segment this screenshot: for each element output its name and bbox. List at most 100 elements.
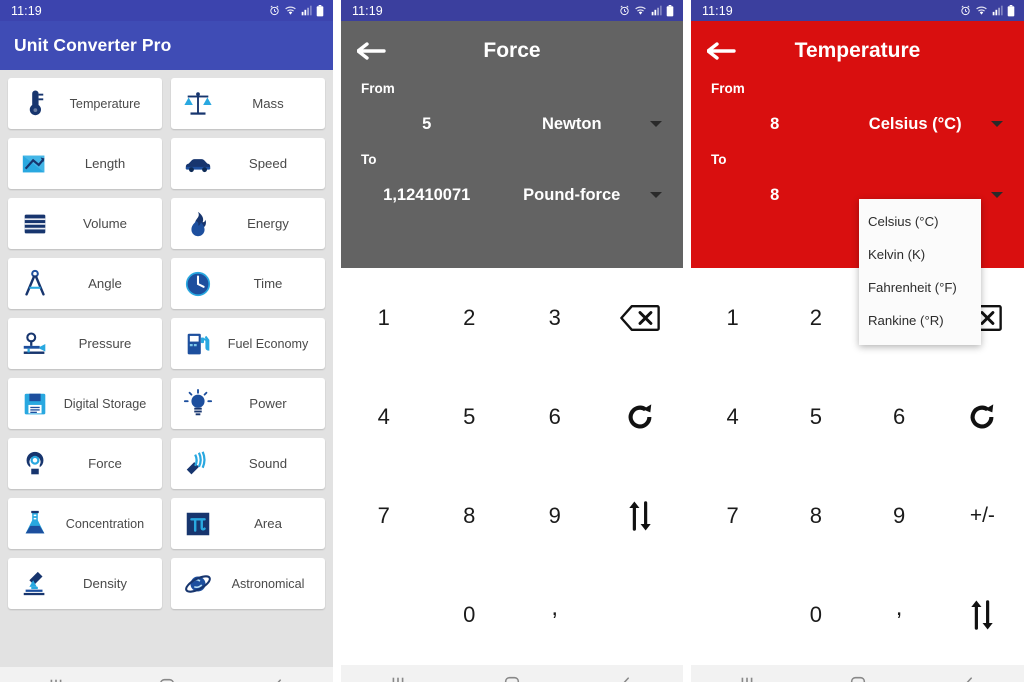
to-unit[interactable]: Pound-force	[499, 186, 645, 205]
key-6[interactable]: 6	[858, 367, 941, 466]
status-bar-icons	[269, 4, 324, 17]
category-label: Pressure	[78, 336, 132, 351]
signal-icon	[992, 5, 1003, 16]
app-bar: Unit Converter Pro	[0, 21, 333, 70]
key-label: 2	[809, 304, 822, 330]
backspace-key[interactable]	[598, 268, 684, 367]
microscope-icon	[18, 567, 52, 601]
reset-key[interactable]	[598, 367, 684, 466]
nav-recents-button[interactable]	[26, 667, 86, 682]
category-item-length[interactable]: Length	[8, 138, 162, 189]
key-label: 7	[377, 503, 390, 529]
category-item-astronomical[interactable]: Astronomical	[171, 558, 325, 609]
key-9[interactable]: 9	[512, 467, 598, 566]
alarm-icon	[619, 5, 630, 16]
nav-back-button[interactable]	[939, 665, 999, 682]
backspace-icon	[620, 304, 661, 331]
android-nav-bar	[341, 665, 683, 682]
key-2[interactable]: 2	[774, 268, 857, 367]
swap-key[interactable]	[941, 566, 1024, 665]
lightbulb-icon	[181, 387, 215, 421]
category-item-concentration[interactable]: Concentration	[8, 498, 162, 549]
key-4[interactable]: 4	[341, 367, 427, 466]
from-unit-chevron-down-icon[interactable]	[986, 121, 1008, 127]
key-5[interactable]: 5	[427, 367, 513, 466]
from-label: From	[361, 81, 395, 96]
nav-home-button[interactable]	[828, 665, 888, 682]
key-8[interactable]: 8	[427, 467, 513, 566]
sign-toggle-key[interactable]: +/-	[941, 467, 1024, 566]
category-item-volume[interactable]: Volume	[8, 198, 162, 249]
unit-dropdown-menu[interactable]: Celsius (°C) Kelvin (K) Fahrenheit (°F) Ran…	[859, 199, 981, 345]
key-2[interactable]: 2	[427, 268, 513, 367]
to-value[interactable]: 1,12410071	[355, 186, 499, 205]
key-0[interactable]: 0	[774, 566, 857, 665]
key-5[interactable]: 5	[774, 367, 857, 466]
from-value[interactable]: 5	[355, 115, 499, 134]
status-bar-icons	[619, 4, 674, 17]
category-item-density[interactable]: Density	[8, 558, 162, 609]
key-decimal[interactable]: ,	[858, 566, 941, 665]
from-label: From	[711, 81, 745, 96]
dropdown-option[interactable]: Rankine (°R)	[859, 304, 981, 337]
category-item-speed[interactable]: Speed	[171, 138, 325, 189]
swap-key[interactable]	[598, 467, 684, 566]
key-9[interactable]: 9	[858, 467, 941, 566]
category-item-digital-storage[interactable]: Digital Storage	[8, 378, 162, 429]
nav-home-button[interactable]	[137, 667, 197, 682]
category-item-time[interactable]: Time	[171, 258, 325, 309]
category-item-power[interactable]: Power	[171, 378, 325, 429]
key-0[interactable]: 0	[427, 566, 513, 665]
android-nav-bar	[691, 665, 1024, 682]
nav-home-button[interactable]	[482, 665, 542, 682]
category-item-energy[interactable]: Energy	[171, 198, 325, 249]
panel-divider-1	[333, 0, 341, 682]
dropdown-option[interactable]: Kelvin (K)	[859, 238, 981, 271]
category-item-area[interactable]: Area	[171, 498, 325, 549]
category-item-pressure[interactable]: Pressure	[8, 318, 162, 369]
key-6[interactable]: 6	[512, 367, 598, 466]
category-item-fuel-economy[interactable]: Fuel Economy	[171, 318, 325, 369]
key-3[interactable]: 3	[512, 268, 598, 367]
from-value[interactable]: 8	[705, 115, 844, 134]
key-8[interactable]: 8	[774, 467, 857, 566]
nav-back-button[interactable]	[248, 667, 308, 682]
nav-recents-button[interactable]	[368, 665, 428, 682]
to-unit-chevron-down-icon[interactable]	[645, 192, 667, 198]
category-item-mass[interactable]: Mass	[171, 78, 325, 129]
balance-scale-icon	[181, 87, 215, 121]
pressure-gauge-icon	[18, 327, 52, 361]
key-label: ,	[551, 594, 559, 622]
status-bar-clock: 11:19	[11, 3, 42, 18]
key-label: 0	[809, 602, 822, 628]
category-item-sound[interactable]: Sound	[171, 438, 325, 489]
dropdown-option[interactable]: Fahrenheit (°F)	[859, 271, 981, 304]
key-4[interactable]: 4	[691, 367, 774, 466]
key-1[interactable]: 1	[691, 268, 774, 367]
from-unit-chevron-down-icon[interactable]	[645, 121, 667, 127]
key-7[interactable]: 7	[691, 467, 774, 566]
from-unit[interactable]: Newton	[499, 115, 645, 134]
from-unit[interactable]: Celsius (°C)	[844, 115, 986, 134]
category-label: Temperature	[69, 96, 141, 111]
category-item-angle[interactable]: Angle	[8, 258, 162, 309]
wifi-icon	[284, 5, 297, 16]
category-item-force[interactable]: Force	[8, 438, 162, 489]
planet-icon	[181, 567, 215, 601]
category-list-scroll[interactable]: Temperature Mass Length Speed Volume Energy An…	[0, 70, 333, 667]
reset-key[interactable]	[941, 367, 1024, 466]
key-decimal[interactable]: ,	[512, 566, 598, 665]
key-7[interactable]: 7	[341, 467, 427, 566]
dropdown-option[interactable]: Celsius (°C)	[859, 205, 981, 238]
category-label: Digital Storage	[63, 396, 147, 411]
nav-back-button[interactable]	[596, 665, 656, 682]
refresh-icon	[628, 404, 652, 429]
to-unit-chevron-down-icon[interactable]	[986, 192, 1008, 198]
nav-recents-button[interactable]	[717, 665, 777, 682]
to-value[interactable]: 8	[705, 186, 844, 205]
key-blank-2	[598, 566, 684, 665]
key-label: 1	[377, 304, 390, 330]
category-item-temperature[interactable]: Temperature	[8, 78, 162, 129]
key-1[interactable]: 1	[341, 268, 427, 367]
converter-top-bar: Temperature	[691, 21, 1024, 81]
